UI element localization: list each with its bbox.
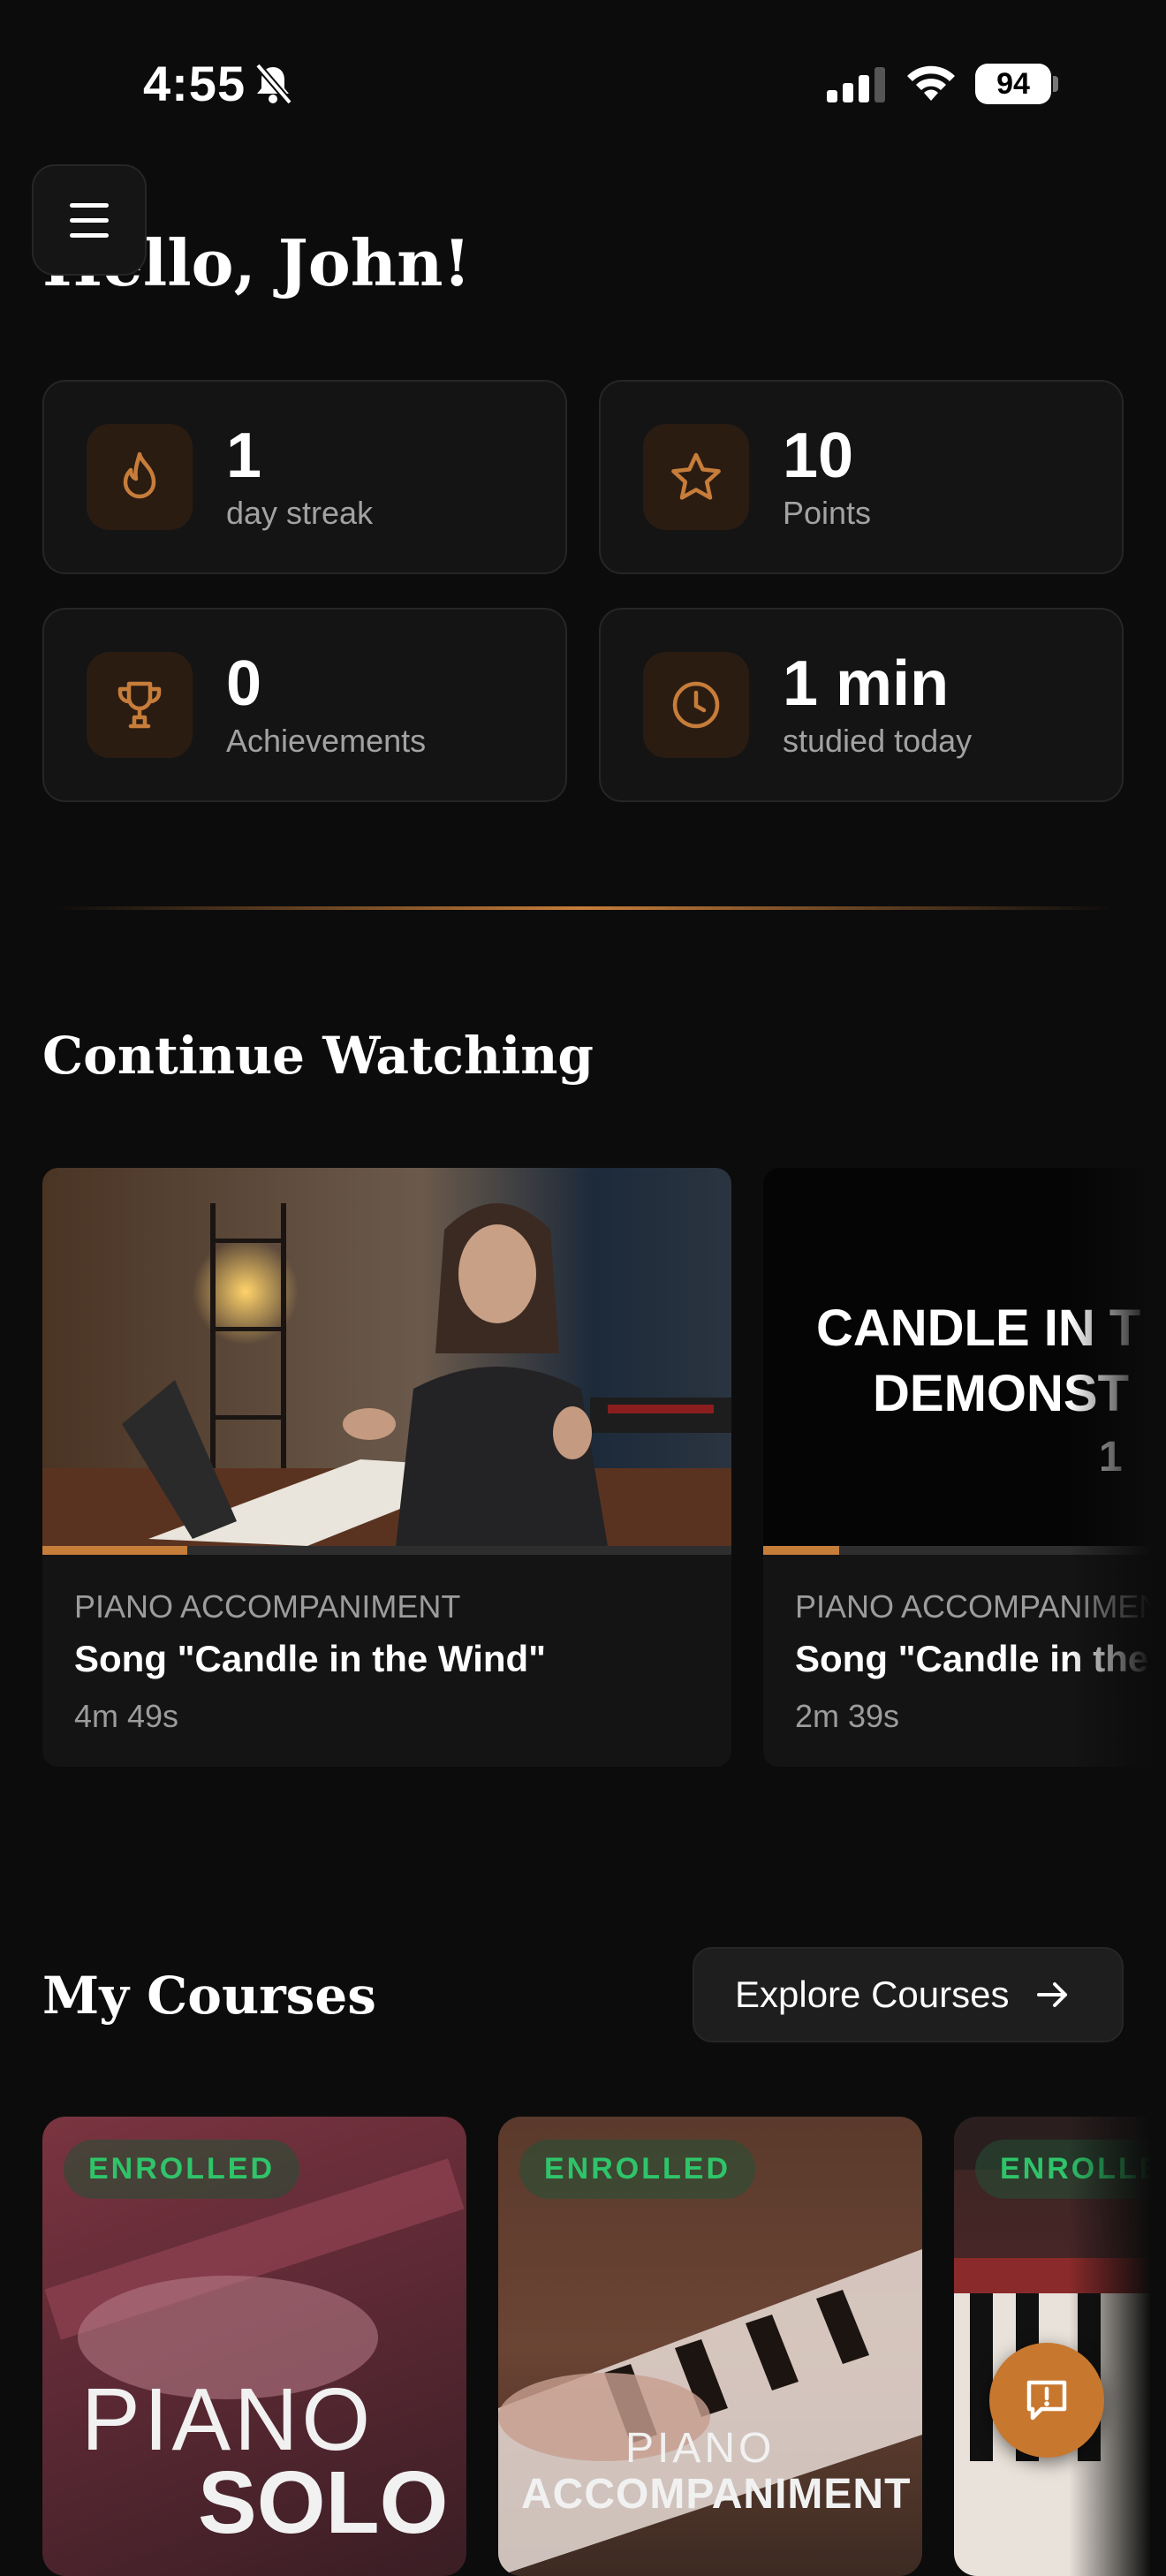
feedback-button[interactable]: [989, 2343, 1104, 2458]
status-time: 4:55: [143, 56, 246, 111]
watch-progress-bar: [763, 1546, 1166, 1555]
clock-icon: [643, 652, 749, 758]
video-duration: 4m 49s: [74, 1698, 179, 1734]
enrolled-badge: ENROLLED: [64, 2140, 299, 2199]
watch-progress-fill: [763, 1546, 839, 1555]
course-card-piano-accompaniment[interactable]: ENROLLED PIANO ACCOMPANIMENT: [498, 2117, 922, 2576]
menu-button[interactable]: [32, 164, 147, 276]
course-title: PIANO: [625, 2425, 776, 2472]
video-category: PIANO ACCOMPANIMENT: [795, 1588, 1166, 1625]
stat-label: studied today: [783, 723, 973, 759]
battery-tip: [1053, 76, 1058, 92]
watch-progress-bar: [42, 1546, 731, 1555]
video-duration: 2m 39s: [795, 1698, 900, 1734]
stat-card-study-time: 1 min studied today: [599, 608, 1124, 802]
stat-card-achievements: 0 Achievements: [42, 608, 567, 802]
stat-label: Achievements: [226, 723, 427, 759]
explore-courses-label: Explore Courses: [735, 1974, 1010, 2015]
arrow-right-icon: [1037, 1982, 1068, 2007]
thumbnail-text: 1: [1099, 1434, 1123, 1481]
video-card[interactable]: PIANO ACCOMPANIMENT Song "Candle in the …: [42, 1168, 731, 1767]
video-category: PIANO ACCOMPANIMENT: [74, 1588, 461, 1625]
trophy-icon: [87, 652, 193, 758]
video-title: Song "Candle in the Wind": [795, 1638, 1166, 1679]
hamburger-icon-line: [70, 217, 109, 223]
stat-card-points: 10 Points: [599, 380, 1124, 574]
stat-value: 1: [226, 420, 262, 491]
hamburger-icon-line: [70, 202, 109, 208]
flame-icon: [87, 424, 193, 530]
stat-label: day streak: [226, 495, 374, 531]
enrolled-badge: ENROLLED: [975, 2140, 1166, 2199]
continue-watching-heading: Continue Watching: [42, 1026, 594, 1086]
divider: [53, 906, 1113, 910]
thumbnail-text: DEMONST: [873, 1365, 1129, 1422]
enrolled-badge: ENROLLED: [519, 2140, 755, 2199]
stat-value: 10: [783, 420, 854, 491]
course-card-piano-solo[interactable]: ENROLLED PIANO SOLO: [42, 2117, 466, 2576]
battery-indicator: 94: [975, 64, 1051, 104]
bell-muted-icon: [254, 63, 293, 105]
stat-label: Points: [783, 495, 872, 531]
course-title: ACCOMPANIMENT: [521, 2471, 912, 2518]
thumbnail-text: CANDLE IN T: [816, 1299, 1141, 1357]
video-thumbnail: CANDLE IN T DEMONST 1: [763, 1168, 1166, 1546]
my-courses-heading: My Courses: [42, 1966, 376, 2026]
video-card[interactable]: CANDLE IN T DEMONST 1 PIANO ACCOMPANIMEN…: [763, 1168, 1166, 1767]
star-icon: [643, 424, 749, 530]
explore-courses-button[interactable]: Explore Courses: [693, 1947, 1124, 2042]
stat-value: 1 min: [783, 648, 950, 719]
hamburger-icon-line: [70, 232, 109, 238]
course-title: SOLO: [198, 2453, 449, 2552]
video-title: Song "Candle in the Wind": [74, 1638, 547, 1679]
stat-card-streak: 1 day streak: [42, 380, 567, 574]
stat-value: 0: [226, 648, 262, 719]
wifi-icon: [907, 65, 955, 101]
cellular-signal-icon: [827, 64, 885, 102]
watch-progress-fill: [42, 1546, 187, 1555]
message-alert-icon: [1026, 2380, 1067, 2421]
video-thumbnail: [42, 1168, 731, 1546]
